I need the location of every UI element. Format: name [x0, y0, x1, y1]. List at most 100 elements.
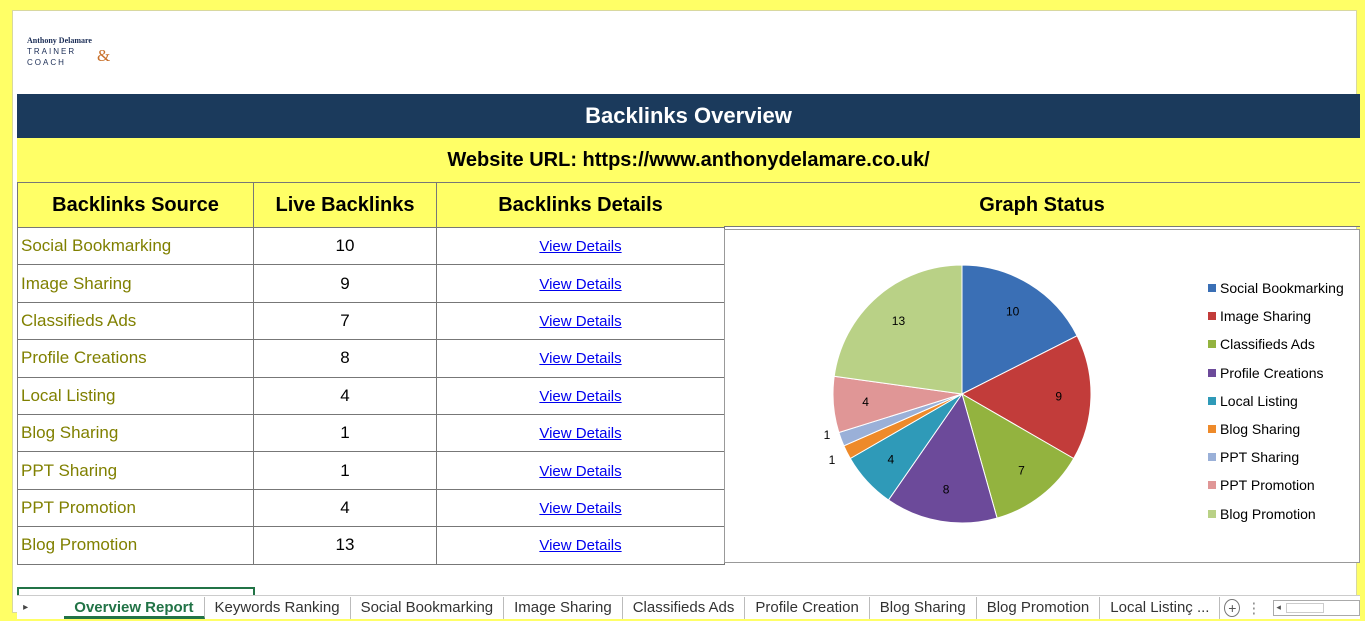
legend-swatch [1208, 509, 1216, 518]
table-row: PPT Sharing 1 View Details [17, 451, 725, 490]
pie-slice [833, 264, 963, 395]
legend-item: Blog Promotion [1208, 500, 1344, 528]
tab-scroll-icon[interactable]: ▸ [17, 602, 34, 613]
sheet-tab[interactable]: Classifieds Ads [623, 596, 746, 619]
chart-legend: Social Bookmarking Image Sharing Classifie… [1208, 274, 1344, 528]
legend-item: PPT Sharing [1208, 443, 1344, 471]
view-details-link[interactable]: View Details [539, 276, 621, 293]
view-details-link[interactable]: View Details [539, 425, 621, 442]
row-live-count: 1 [253, 413, 437, 453]
sheet-tab[interactable]: Social Bookmarking [351, 596, 505, 619]
header-details: Backlinks Details [436, 182, 725, 228]
legend-label: PPT Sharing [1220, 449, 1300, 466]
slice-label: 10 [1006, 305, 1020, 319]
legend-label: Image Sharing [1220, 308, 1312, 325]
table-row: PPT Promotion 4 View Details [17, 488, 725, 528]
legend-swatch [1208, 425, 1216, 434]
logo-amp: & [97, 46, 111, 65]
view-details-link[interactable]: View Details [539, 388, 621, 405]
scroll-left-icon[interactable]: ◂ [1276, 602, 1281, 613]
legend-label: Profile Creations [1220, 364, 1324, 381]
legend-item: Classifieds Ads [1208, 330, 1344, 358]
sheet-tabs: Overview Report Keywords Ranking Social Bo… [64, 596, 1221, 619]
row-live-count: 10 [253, 226, 437, 266]
sheet-tab[interactable]: Keywords Ranking [205, 596, 351, 619]
legend-swatch [1208, 368, 1216, 377]
row-source: Image Sharing [17, 264, 254, 303]
row-live-count: 8 [253, 339, 437, 378]
row-source: PPT Sharing [17, 451, 254, 490]
header-live: Live Backlinks [253, 182, 437, 228]
logo-name: Anthony Delamare [27, 36, 92, 45]
row-live-count: 1 [253, 451, 437, 490]
legend-item: Image Sharing [1208, 302, 1344, 330]
sheet-tab[interactable]: Overview Report [64, 596, 205, 619]
view-details-link[interactable]: View Details [539, 238, 621, 255]
sheet-tab[interactable]: Local Listinç ... [1100, 596, 1221, 619]
legend-label: Social Bookmarking [1220, 280, 1344, 297]
page-title: Backlinks Overview [17, 94, 1360, 138]
legend-label: Blog Sharing [1220, 421, 1301, 438]
row-source: Blog Sharing [17, 413, 254, 453]
more-options-icon[interactable]: ⋮ [1246, 599, 1261, 617]
view-details-link[interactable]: View Details [539, 500, 621, 517]
logo-coach: COACH [27, 58, 66, 67]
table-row: Blog Promotion 13 View Details [17, 526, 725, 565]
slice-label: 4 [862, 395, 869, 409]
legend-swatch [1208, 396, 1216, 405]
row-source: Profile Creations [17, 339, 254, 378]
legend-label: Local Listing [1220, 392, 1298, 409]
sheet-tab[interactable]: Blog Promotion [977, 596, 1101, 619]
table-row: Local Listing 4 View Details [17, 376, 725, 415]
legend-swatch [1208, 340, 1216, 349]
legend-item: PPT Promotion [1208, 471, 1344, 499]
slice-label: 13 [892, 314, 906, 328]
row-live-count: 7 [253, 301, 437, 341]
view-details-link[interactable]: View Details [539, 463, 621, 480]
logo-trainer: TRAINER [27, 47, 77, 56]
row-source: PPT Promotion [17, 488, 254, 528]
website-url: Website URL: https://www.anthonydelamare… [17, 138, 1360, 182]
view-details-link[interactable]: View Details [539, 313, 621, 330]
sheet-tab-bar: ▸ Overview Report Keywords Ranking Social … [17, 595, 1360, 619]
row-source: Blog Promotion [17, 526, 254, 565]
slice-label: 8 [943, 482, 950, 496]
legend-label: Classifieds Ads [1220, 336, 1315, 353]
slice-label: 9 [1055, 390, 1062, 404]
header-source: Backlinks Source [17, 182, 254, 228]
table-row: Blog Sharing 1 View Details [17, 413, 725, 453]
sheet-tab[interactable]: Blog Sharing [870, 596, 977, 619]
add-sheet-icon[interactable]: + [1224, 598, 1241, 617]
logo: Anthony Delamare TRAINER COACH & [27, 36, 147, 76]
row-live-count: 4 [253, 376, 437, 415]
row-live-count: 13 [253, 526, 437, 565]
legend-label: Blog Promotion [1220, 505, 1316, 522]
legend-swatch [1208, 481, 1216, 490]
slice-label: 4 [887, 453, 894, 467]
table-row: Classifieds Ads 7 View Details [17, 301, 725, 341]
legend-item: Social Bookmarking [1208, 274, 1344, 302]
sheet-tab[interactable]: Image Sharing [504, 596, 623, 619]
sheet-tab[interactable]: Profile Creation [745, 596, 870, 619]
table-row: Social Bookmarking 10 View Details [17, 226, 725, 266]
legend-swatch [1208, 453, 1216, 462]
row-source: Social Bookmarking [17, 226, 254, 266]
slice-label: 7 [1018, 463, 1025, 477]
scroll-thumb[interactable] [1286, 602, 1325, 613]
slice-label: 1 [824, 428, 831, 442]
table-row: Image Sharing 9 View Details [17, 264, 725, 303]
view-details-link[interactable]: View Details [539, 537, 621, 554]
view-details-link[interactable]: View Details [539, 350, 621, 367]
table-row: Profile Creations 8 View Details [17, 339, 725, 378]
header-graph: Graph Status [724, 182, 1360, 227]
legend-swatch [1208, 312, 1216, 321]
legend-label: PPT Promotion [1220, 477, 1315, 494]
pie-chart: 10 9 7 8 4 1 1 4 13 Social Bookmarking Image Shar… [724, 229, 1360, 563]
horizontal-scrollbar[interactable]: ◂ [1273, 599, 1360, 616]
slice-label: 1 [829, 453, 836, 467]
row-source: Local Listing [17, 376, 254, 415]
legend-item: Blog Sharing [1208, 415, 1344, 443]
backlinks-table: Backlinks Source Live Backlinks Backlink… [17, 182, 725, 565]
legend-item: Profile Creations [1208, 359, 1344, 387]
row-source: Classifieds Ads [17, 301, 254, 341]
